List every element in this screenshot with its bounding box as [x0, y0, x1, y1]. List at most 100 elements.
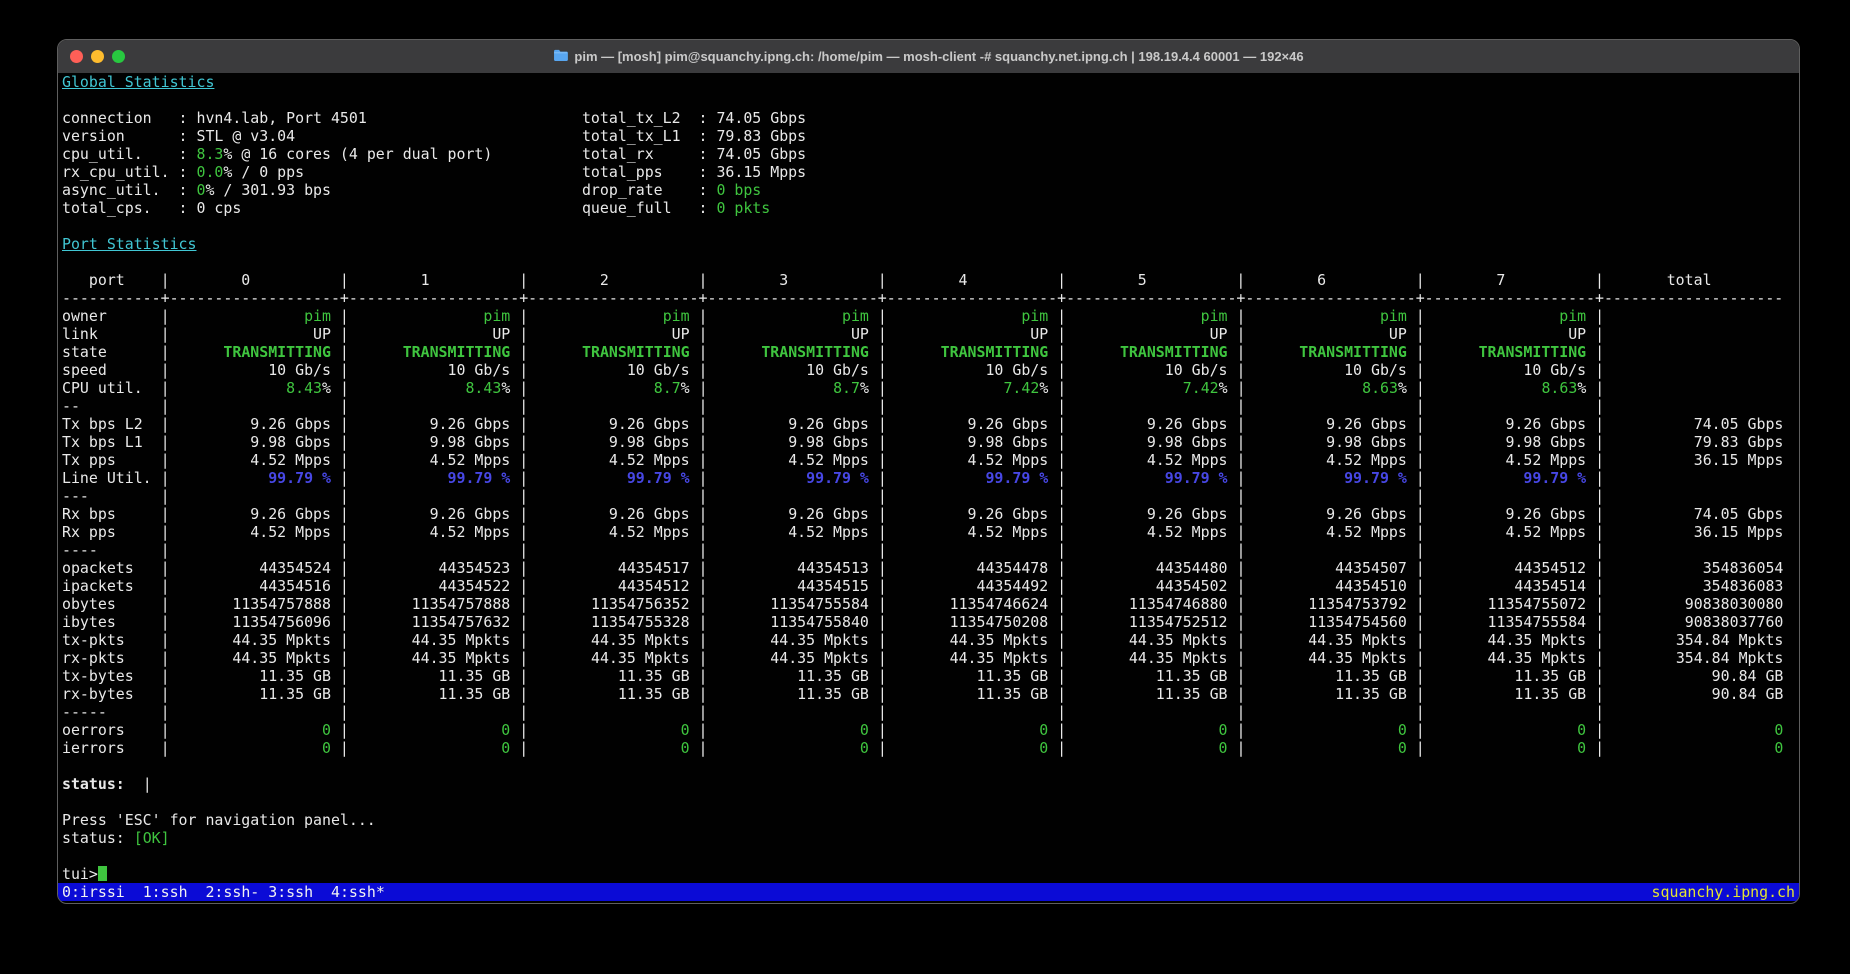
global-stat-async-util: async_util. : 0% / 301.93 bps	[62, 181, 582, 199]
cell-value: 9.26 Gbps	[708, 415, 869, 433]
cell-value: pim	[1066, 307, 1227, 325]
row-label: --	[62, 397, 161, 415]
stat-value: hvn4.lab, Port 4501	[196, 109, 366, 127]
cell-value: 9.26 Gbps	[349, 415, 510, 433]
close-button[interactable]	[70, 50, 83, 63]
blank-line	[62, 757, 1795, 775]
row-label: ibytes	[62, 613, 161, 631]
row-label: tx-pkts	[62, 631, 161, 649]
row-label: state	[62, 343, 161, 361]
cell-value: TRANSMITTING	[708, 343, 869, 361]
table-row-cpu-util: CPU util. | 8.43% | 8.43% | 8.7% | 8.7% …	[62, 379, 1795, 397]
row-label: opackets	[62, 559, 161, 577]
cell-value: 9.98 Gbps	[887, 433, 1048, 451]
cell-value: 44354507	[1245, 559, 1406, 577]
cell-value: 8.7	[833, 379, 860, 397]
cell-value: 99.79 %	[1066, 469, 1227, 487]
total-value: 90838030080	[1604, 595, 1783, 613]
table-row-oerrors: oerrors | 0 | 0 | 0 | 0 | 0 | 0 | 0 | 0 …	[62, 721, 1795, 739]
terminal-content: Global Statistics connection : hvn4.lab,…	[58, 73, 1799, 901]
cell-value: 11354746880	[1066, 595, 1227, 613]
cell-value: 7.42	[1183, 379, 1219, 397]
global-stat-rx-cpu-util: rx_cpu_util. : 0.0% / 0 pps	[62, 163, 582, 181]
table-row-ibytes: ibytes | 11354756096 | 11354757632 | 113…	[62, 613, 1795, 631]
cell-value: 9.26 Gbps	[349, 505, 510, 523]
cell-value: 4.52 Mpps	[1066, 523, 1227, 541]
table-row-sep: --- | | | | | | | | |	[62, 487, 1795, 505]
cell-value: TRANSMITTING	[528, 343, 689, 361]
blank-line	[62, 91, 1795, 109]
table-row-tx-pps: Tx pps | 4.52 Mpps | 4.52 Mpps | 4.52 Mp…	[62, 451, 1795, 469]
cell-value: 44.35 Mpkts	[1066, 631, 1227, 649]
cell-value: 11.35 GB	[349, 685, 510, 703]
cell-value: 99.79 %	[708, 469, 869, 487]
table-row-tx-bytes: tx-bytes | 11.35 GB | 11.35 GB | 11.35 G…	[62, 667, 1795, 685]
blank-line	[62, 847, 1795, 865]
stat-label: queue_full :	[582, 199, 716, 217]
cell-value: 0	[708, 739, 869, 757]
cell-value: 11354752512	[1066, 613, 1227, 631]
cell-value: 4.52 Mpps	[1425, 523, 1586, 541]
cell-value: 4.52 Mpps	[1425, 451, 1586, 469]
blank-line	[62, 253, 1795, 271]
cell-value: 44354502	[1066, 577, 1227, 595]
cell-value: 9.26 Gbps	[887, 505, 1048, 523]
cell-value: 9.98 Gbps	[170, 433, 331, 451]
cell-value: 0	[528, 721, 689, 739]
cell-value: 11.35 GB	[349, 667, 510, 685]
global-stat-cpu-util: cpu_util. : 8.3% @ 16 cores (4 per dual …	[62, 145, 582, 163]
stat-value: STL @ v3.04	[196, 127, 295, 145]
tmux-window-2-ssh[interactable]: 2:ssh-	[205, 883, 259, 901]
status-ok-badge: [OK]	[134, 829, 170, 847]
cell-value: 44.35 Mpkts	[528, 631, 689, 649]
cell-value: 9.26 Gbps	[1245, 505, 1406, 523]
cell-value: 9.26 Gbps	[528, 505, 689, 523]
row-label: link	[62, 325, 161, 343]
cell-value: UP	[708, 325, 869, 343]
stat-label: total_tx_L1 :	[582, 127, 716, 145]
cell-value: 4.52 Mpps	[528, 451, 689, 469]
prompt-line[interactable]: tui>	[62, 865, 1795, 883]
cell-value: 8.43	[286, 379, 322, 397]
total-value: 36.15 Mpps	[1604, 523, 1783, 541]
total-value: 0	[1604, 739, 1783, 757]
cell-value: UP	[1066, 325, 1227, 343]
table-row-sep: ---- | | | | | | | | |	[62, 541, 1795, 559]
column-headers: port | 0 | 1 | 2 | 3 | 4 | 5 | 6 | 7 | t…	[62, 271, 1783, 289]
cell-value: 0	[1245, 739, 1406, 757]
cell-value: 11354757632	[349, 613, 510, 631]
cell-value: pim	[887, 307, 1048, 325]
table-row-rx-bytes: rx-bytes | 11.35 GB | 11.35 GB | 11.35 G…	[62, 685, 1795, 703]
cell-value: 11.35 GB	[708, 667, 869, 685]
status-spinner: |	[125, 775, 152, 793]
cell-value: UP	[528, 325, 689, 343]
table-row-rx-pkts: rx-pkts | 44.35 Mpkts | 44.35 Mpkts | 44…	[62, 649, 1795, 667]
cell-value: 4.52 Mpps	[170, 523, 331, 541]
table-row-speed: speed | 10 Gb/s | 10 Gb/s | 10 Gb/s | 10…	[62, 361, 1795, 379]
folder-icon	[553, 49, 568, 64]
cell-value: 44.35 Mpkts	[1066, 649, 1227, 667]
cell-value: 11.35 GB	[1245, 667, 1406, 685]
cell-value: 44354513	[708, 559, 869, 577]
cell-value: 10 Gb/s	[1425, 361, 1586, 379]
row-label: tx-bytes	[62, 667, 161, 685]
cell-value: 10 Gb/s	[170, 361, 331, 379]
cell-value: 4.52 Mpps	[708, 523, 869, 541]
minimize-button[interactable]	[91, 50, 104, 63]
cell-value: 11.35 GB	[170, 685, 331, 703]
cell-value: 44354523	[349, 559, 510, 577]
cell-value: 11.35 GB	[528, 667, 689, 685]
tmux-window-3-ssh[interactable]: 3:ssh	[268, 883, 313, 901]
cell-value: 11354756352	[528, 595, 689, 613]
tmux-window-0-irssi[interactable]: 0:irssi	[62, 883, 125, 901]
tmux-window-1-ssh[interactable]: 1:ssh	[143, 883, 188, 901]
tmux-window-4-ssh[interactable]: 4:ssh*	[331, 883, 385, 901]
cell-value: 44354516	[170, 577, 331, 595]
stat-value: 0 cps	[196, 199, 241, 217]
port-statistics-heading: Port Statistics	[62, 235, 1795, 253]
cell-value: 44354492	[887, 577, 1048, 595]
cell-value: 9.98 Gbps	[1425, 433, 1586, 451]
cell-value: 11.35 GB	[887, 667, 1048, 685]
zoom-button[interactable]	[112, 50, 125, 63]
cell-value: pim	[349, 307, 510, 325]
